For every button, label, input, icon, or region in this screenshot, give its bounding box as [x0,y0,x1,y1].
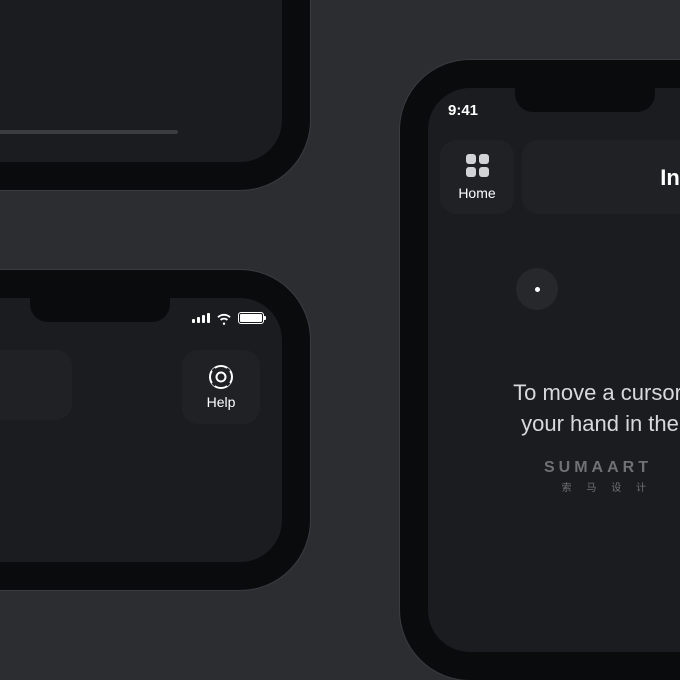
battery-icon [238,312,264,324]
device-frame-top-left: :10 Next Pause [0,0,310,190]
status-bar: 9:41 [428,102,680,119]
help-button[interactable]: Help [182,350,260,424]
help-label: Help [207,394,236,410]
signal-icon [192,313,210,323]
home-button[interactable]: Home [440,140,514,214]
watermark-cn: 索 马 设 计 [544,479,652,494]
watermark: SUMAART 索 马 设 计 [544,459,652,494]
home-label: Home [458,185,495,201]
status-bar-icons [192,312,264,324]
course-subtitle: Cur [538,150,680,165]
instruction-line-1: To move a cursor, [460,378,680,409]
watermark-en: SUMAART [544,459,652,476]
progress-bar[interactable] [0,130,178,134]
cursor-indicator [516,268,558,310]
course-card[interactable]: Cur Introdu [522,140,680,214]
device-notch [30,296,170,322]
lifebuoy-icon [208,364,234,390]
wifi-icon [216,312,232,324]
course-subtitle: rsor [0,360,56,375]
clock-text: 9:41 [448,102,478,119]
device-frame-bottom-left: rsor uction Help [0,270,310,590]
course-title: uction [0,375,56,401]
instruction-line-2: your hand in the [460,409,680,440]
device-frame-right: 9:41 Home Cur Introdu To move a cursor, … [400,60,680,680]
home-grid-icon [466,154,489,177]
course-title: Introdu [538,165,680,191]
course-card[interactable]: rsor uction [0,350,72,420]
instruction-text: To move a cursor, your hand in the [460,378,680,440]
